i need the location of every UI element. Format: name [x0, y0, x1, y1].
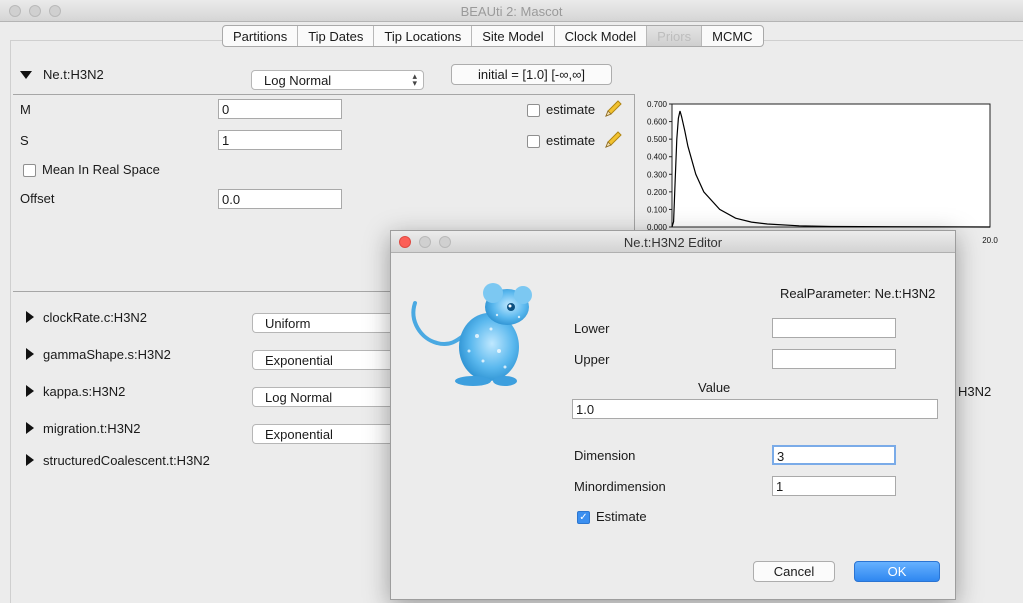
- chart-y-tick-label: 0.400: [647, 153, 668, 162]
- distribution-select-kappa[interactable]: Log Normal: [252, 387, 402, 407]
- ok-button[interactable]: OK: [854, 561, 940, 582]
- param-label-m: M: [20, 102, 31, 117]
- estimate-label-m: estimate: [546, 102, 596, 117]
- estimate-label-s: estimate: [546, 133, 596, 148]
- tab-tip-dates[interactable]: Tip Dates: [298, 26, 375, 46]
- tab-site-model[interactable]: Site Model: [472, 26, 555, 46]
- estimate-checkbox-m[interactable]: [527, 104, 540, 117]
- chart-y-tick-label: 0.500: [647, 135, 668, 144]
- expand-triangle-icon[interactable]: [26, 422, 34, 434]
- mean-real-space-checkbox[interactable]: [23, 164, 36, 177]
- prior-name-structuredcoalescent: structuredCoalescent.t:H3N2: [43, 453, 210, 468]
- edit-pencil-icon[interactable]: [603, 99, 623, 119]
- upper-input[interactable]: [772, 349, 896, 369]
- chart-y-tick-label: 0.700: [647, 100, 668, 109]
- param-input-s[interactable]: 1: [218, 130, 342, 150]
- param-label-s: S: [20, 133, 29, 148]
- real-parameter-label: RealParameter: Ne.t:H3N2: [780, 286, 936, 301]
- prior-name-migration: migration.t:H3N2: [43, 421, 141, 436]
- kappa-partial-label: H3N2: [958, 384, 992, 399]
- window-title-bar: BEAUti 2: Mascot: [0, 0, 1023, 22]
- beast-mouse-logo-icon: [411, 283, 532, 386]
- offset-input[interactable]: 0.0: [218, 189, 342, 209]
- chart-x-tick-label: 20.0: [982, 236, 998, 245]
- offset-label: Offset: [20, 191, 55, 206]
- expand-triangle-icon[interactable]: [26, 454, 34, 466]
- prior-name-kappa: kappa.s:H3N2: [43, 384, 126, 399]
- prior-name-gammashape: gammaShape.s:H3N2: [43, 347, 171, 362]
- value-input[interactable]: 1.0: [572, 399, 938, 419]
- prior-name-clockrate: clockRate.c:H3N2: [43, 310, 148, 325]
- upper-label: Upper: [574, 352, 610, 367]
- collapse-triangle-icon[interactable]: [20, 71, 32, 79]
- param-input-m[interactable]: 0: [218, 99, 342, 119]
- estimate-label: Estimate: [596, 509, 647, 524]
- expand-triangle-icon[interactable]: [26, 348, 34, 360]
- distribution-select-ne[interactable]: Log Normal ▴ ▾: [251, 70, 424, 90]
- estimate-checkbox[interactable]: ✓: [577, 511, 590, 524]
- select-arrows-icon: ▴ ▾: [412, 71, 417, 88]
- window-title: BEAUti 2: Mascot: [460, 4, 563, 19]
- edit-pencil-icon[interactable]: [603, 130, 623, 150]
- expand-triangle-icon[interactable]: [26, 385, 34, 397]
- distribution-select-migration[interactable]: Exponential: [252, 424, 402, 444]
- tab-priors[interactable]: Priors: [647, 26, 703, 46]
- chart-y-tick-label: 0.200: [647, 188, 668, 197]
- minordimension-input[interactable]: 1: [772, 476, 896, 496]
- tab-mcmc[interactable]: MCMC: [702, 26, 762, 46]
- minordimension-label: Minordimension: [574, 479, 666, 494]
- parameter-editor-dialog: Ne.t:H3N2 Editor RealParameter: Ne.t:H3N…: [390, 230, 956, 600]
- tab-clock-model[interactable]: Clock Model: [555, 26, 648, 46]
- chart-y-tick-label: 0.100: [647, 205, 668, 214]
- tab-bar: Partitions Tip Dates Tip Locations Site …: [222, 25, 764, 47]
- tab-partitions[interactable]: Partitions: [223, 26, 299, 46]
- dialog-title-bar: Ne.t:H3N2 Editor: [391, 231, 955, 253]
- dimension-label: Dimension: [574, 448, 636, 463]
- cancel-button[interactable]: Cancel: [753, 561, 835, 582]
- distribution-select-gammashape[interactable]: Exponential: [252, 350, 402, 370]
- chart-y-tick-label: 0.300: [647, 170, 668, 179]
- distribution-value: Log Normal: [264, 73, 332, 88]
- initial-value-button[interactable]: initial = [1.0] [-∞,∞]: [451, 64, 612, 85]
- distribution-select-clockrate[interactable]: Uniform: [252, 313, 402, 333]
- mean-real-space-label: Mean In Real Space: [42, 162, 160, 177]
- expand-triangle-icon[interactable]: [26, 311, 34, 323]
- prior-name-ne: Ne.t:H3N2: [43, 67, 104, 82]
- dimension-input[interactable]: 3: [772, 445, 896, 465]
- value-header: Value: [698, 380, 731, 395]
- lower-input[interactable]: [772, 318, 896, 338]
- estimate-checkbox-s[interactable]: [527, 135, 540, 148]
- lower-label: Lower: [574, 321, 610, 336]
- tab-tip-locations[interactable]: Tip Locations: [374, 26, 473, 46]
- dialog-title: Ne.t:H3N2 Editor: [623, 235, 723, 250]
- chart-y-tick-label: 0.600: [647, 118, 668, 127]
